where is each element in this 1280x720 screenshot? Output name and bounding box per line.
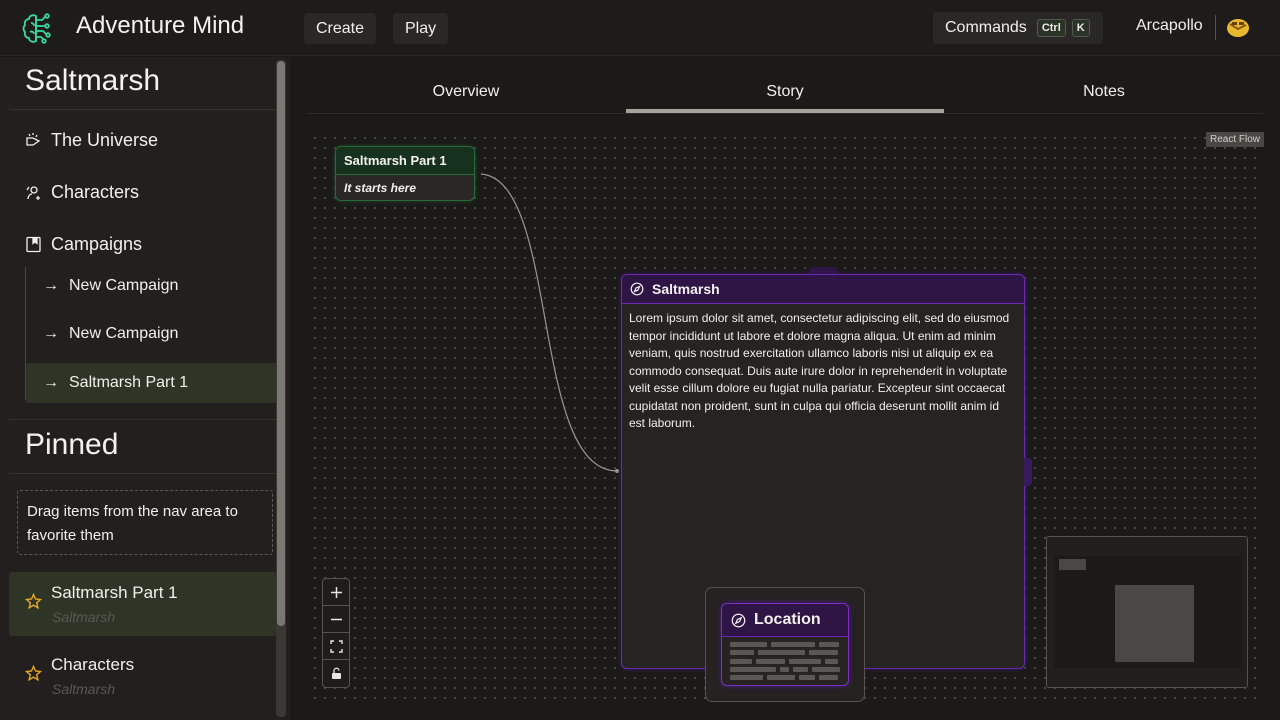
minimap[interactable] [1046,536,1248,688]
pinned-item-subtitle: Saltmarsh [52,681,116,697]
story-start-node[interactable]: Saltmarsh Part 1 It starts here [335,146,475,201]
card-title: Location [754,611,821,628]
arrow-right-icon: → [43,374,59,391]
minimap-node [1115,585,1194,662]
tab-bar: Overview Story Notes [307,60,1263,114]
location-template-card[interactable]: Location [721,603,849,686]
kbd-k: K [1071,19,1090,37]
campaign-label: Saltmarsh Part 1 [69,374,189,391]
node-subtitle: It starts here [344,181,417,195]
sidebar-item-the-universe[interactable]: The Universe [25,130,158,151]
top-bar: Adventure Mind Create Play Commands Ctrl… [0,0,1280,56]
user-name[interactable]: Arcapollo [1136,17,1203,35]
pinned-item-subtitle: Saltmarsh [52,609,116,625]
active-tab-indicator [626,109,944,113]
campaign-item[interactable]: → New Campaign [26,266,276,306]
flow-controls [322,578,350,688]
pinned-title: Pinned [25,428,119,461]
plus-icon [330,586,342,598]
pinned-item[interactable]: Saltmarsh Part 1 Saltmarsh [9,572,276,636]
node-title: Saltmarsh Part 1 [336,147,474,175]
unlock-icon [331,667,341,679]
compass-icon [630,282,644,296]
app-title: Adventure Mind [76,12,245,39]
arrow-right-icon: → [43,277,59,294]
sidebar: Saltmarsh The Universe Characters Campai… [0,57,290,720]
tab-overview[interactable]: Overview [307,60,625,113]
sidebar-item-campaigns[interactable]: Campaigns [25,234,142,255]
characters-icon [26,186,40,200]
zoom-out-button[interactable] [323,606,349,633]
campaign-label: New Campaign [69,325,179,342]
sidebar-item-label: The Universe [51,130,159,150]
node-handle-top[interactable] [810,267,837,274]
divider [9,473,276,474]
node-body: Lorem ipsum dolor sit amet, consectetur … [629,311,1010,430]
pinned-item-title: Saltmarsh Part 1 [51,583,178,602]
sidebar-item-characters[interactable]: Characters [25,182,139,203]
minimap-node [1059,559,1086,570]
sidebar-item-label: Characters [51,182,140,202]
toggle-interactivity-button[interactable] [323,660,349,687]
commands-label: Commands [945,19,1027,36]
kbd-ctrl: Ctrl [1036,19,1066,37]
fit-view-icon [329,639,343,653]
campaign-item[interactable]: → New Campaign [26,314,276,354]
placeholder-text-lines [722,637,848,685]
commands-button[interactable]: Commands Ctrl K [933,12,1103,44]
zoom-in-button[interactable] [323,579,349,606]
campaigns-icon [26,236,41,253]
divider [9,109,276,110]
user-divider [1215,15,1216,40]
universe-icon [26,133,41,146]
play-button[interactable]: Play [393,13,449,44]
star-icon[interactable] [25,593,42,610]
pinned-drop-zone[interactable]: Drag items from the nav area to favorite… [17,490,273,555]
compass-icon [731,613,746,627]
sidebar-item-label: Campaigns [51,234,143,254]
react-flow-attribution[interactable]: React Flow [1206,132,1265,147]
avatar[interactable] [1226,16,1250,38]
star-icon[interactable] [25,665,42,682]
tab-bar-divider [307,113,1263,114]
arrow-right-icon: → [43,325,59,342]
create-button[interactable]: Create [304,13,377,44]
pinned-item-title: Characters [51,655,135,674]
sidebar-scrollbar-thumb[interactable] [277,61,285,626]
divider [9,419,276,420]
tab-story[interactable]: Story [626,60,944,113]
campaign-item-active[interactable]: → Saltmarsh Part 1 [26,363,276,403]
minus-icon [330,618,342,620]
node-handle-right[interactable] [1024,458,1032,486]
node-title: Saltmarsh [652,281,720,297]
pinned-item[interactable]: Characters Saltmarsh [9,644,276,708]
brain-logo-icon[interactable] [20,10,56,46]
campaign-label: New Campaign [69,277,179,294]
world-title: Saltmarsh [25,64,161,97]
tab-notes[interactable]: Notes [945,60,1263,113]
fit-view-button[interactable] [323,633,349,660]
